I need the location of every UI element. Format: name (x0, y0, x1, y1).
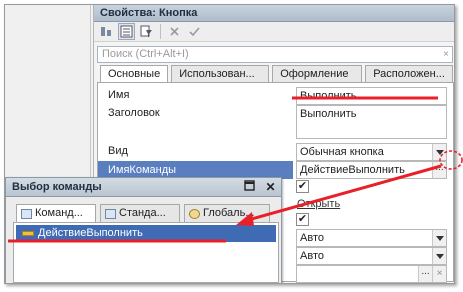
command-field[interactable]: ДействиеВыполнить ... (296, 161, 447, 179)
command-selection-window: Выбор команды ✕ Команд... Станда... Глоб… (5, 177, 282, 283)
properties-tabs: Основные Использован... Оформление Распо… (100, 65, 454, 84)
properties-toolbar (94, 22, 454, 42)
view-select[interactable]: Обычная кнопка (296, 143, 447, 161)
property-label-view: Вид (108, 145, 128, 157)
tab-appearance[interactable]: Оформление (272, 65, 363, 83)
tab-standard[interactable]: Станда... (100, 204, 180, 222)
close-icon[interactable] (166, 23, 183, 40)
property-row-caption: Заголовок Выполнить (98, 105, 454, 141)
close-icon[interactable]: × (432, 266, 446, 282)
property-label-caption: Заголовок (108, 107, 160, 119)
command-item-label: ДействиеВыполнить (38, 227, 143, 239)
search-placeholder: Поиск (Ctrl+Alt+I) (102, 48, 189, 60)
screenshot: Свойства: Кнопка Поиск (Ctrl+Alt+I) × Ос… (4, 4, 455, 284)
select-button[interactable]: ... (432, 162, 446, 178)
checkbox[interactable]: ✔ (296, 180, 309, 193)
select-button[interactable]: ... (418, 266, 432, 282)
form-icon (21, 208, 32, 219)
property-row-name: Имя Выполнить (98, 87, 454, 105)
tab-commands-label: Команд... (35, 207, 83, 219)
empty-field[interactable]: ... × (296, 265, 447, 283)
tab-layout[interactable]: Расположен... (365, 65, 454, 83)
check-icon[interactable] (186, 23, 203, 40)
tab-usage[interactable]: Использован... (171, 65, 270, 83)
property-label-name: Имя (108, 89, 130, 101)
auto-select-value: Авто (300, 232, 324, 244)
toolbar-separator (160, 24, 161, 39)
list-item[interactable]: ДействиеВыполнить (16, 225, 276, 242)
search-input[interactable]: Поиск (Ctrl+Alt+I) × (97, 46, 453, 63)
tab-standard-label: Станда... (119, 207, 166, 219)
globe-icon (189, 208, 200, 219)
command-field-value: ДействиеВыполнить (300, 164, 405, 176)
chevron-down-icon[interactable] (432, 230, 446, 246)
tab-commands[interactable]: Команд... (16, 204, 96, 222)
command-window-title-text: Выбор команды (12, 181, 102, 193)
command-tabs: Команд... Станда... Глобаль... (16, 204, 270, 222)
caption-field[interactable]: Выполнить (296, 105, 447, 139)
screenshot-frame: Свойства: Кнопка Поиск (Ctrl+Alt+I) × Ос… (0, 0, 463, 292)
command-window-title: Выбор команды ✕ (6, 178, 281, 197)
auto-select[interactable]: Авто (296, 247, 447, 265)
form-icon (105, 208, 116, 219)
search-clear-icon[interactable]: × (443, 47, 449, 62)
auto-select-value: Авто (300, 250, 324, 262)
auto-select[interactable]: Авто (296, 229, 447, 247)
property-row-view: Вид Обычная кнопка (98, 143, 454, 161)
chevron-down-icon[interactable] (432, 144, 446, 160)
close-icon[interactable]: ✕ (264, 180, 277, 194)
window-controls: ✕ (243, 180, 277, 194)
list-icon[interactable] (118, 23, 135, 40)
command-icon (22, 231, 34, 236)
command-list: ДействиеВыполнить (13, 222, 279, 283)
properties-title: Свойства: Кнопка (94, 5, 454, 22)
name-field[interactable]: Выполнить (296, 87, 447, 105)
checkbox[interactable]: ✔ (296, 213, 309, 226)
tab-global[interactable]: Глобаль... (184, 204, 270, 222)
view-select-value: Обычная кнопка (300, 146, 384, 158)
minimize-icon[interactable] (243, 180, 256, 194)
filter-icon[interactable] (138, 23, 155, 40)
chevron-down-icon[interactable] (432, 248, 446, 264)
open-link[interactable]: Открыть (297, 198, 340, 210)
sort-icon[interactable] (98, 23, 115, 40)
tab-global-label: Глобаль... (203, 207, 255, 219)
